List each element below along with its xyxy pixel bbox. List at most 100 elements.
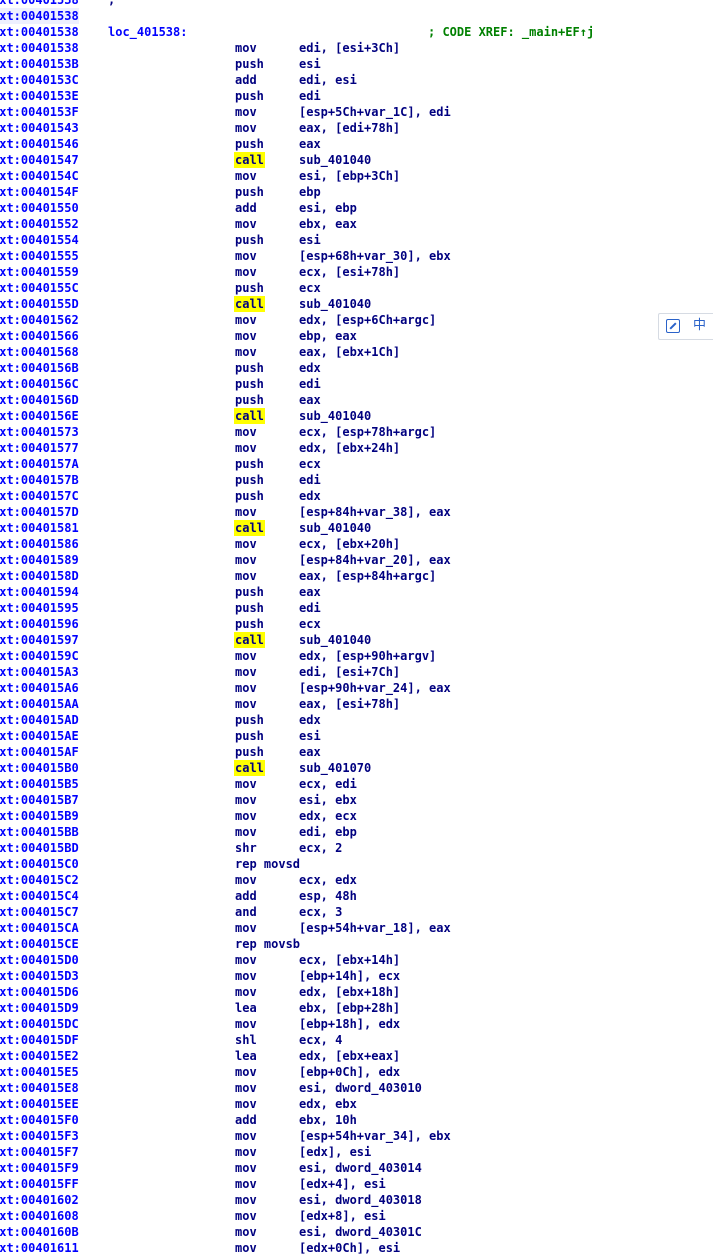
address-text[interactable]: ext:0040155D <box>0 296 79 312</box>
address-text[interactable]: ext:004015C4 <box>0 888 79 904</box>
address-text[interactable]: ext:00401573 <box>0 424 79 440</box>
operands-text[interactable]: [edx+0Ch], esi <box>299 1240 400 1256</box>
operands-text[interactable]: ecx, 2 <box>299 840 342 856</box>
code-line[interactable]: ext:004015D0 mov ecx, [ebx+14h] <box>0 952 713 968</box>
operands-text[interactable]: ecx, edi <box>299 776 357 792</box>
address-text[interactable]: ext:0040154C <box>0 168 79 184</box>
operands-text[interactable]: eax <box>299 584 321 600</box>
address-text[interactable]: ext:004015DC <box>0 1016 79 1032</box>
operands-text[interactable]: esi, [ebp+3Ch] <box>299 168 400 184</box>
address-text[interactable]: ext:004015D0 <box>0 952 79 968</box>
operands-text[interactable]: ecx <box>299 616 321 632</box>
address-text[interactable]: ext:00401596 <box>0 616 79 632</box>
code-line[interactable]: ext:0040153E push edi <box>0 88 713 104</box>
address-text[interactable]: ext:004015AE <box>0 728 79 744</box>
code-line[interactable]: ext:004015AA mov eax, [esi+78h] <box>0 696 713 712</box>
operands-text[interactable]: sub_401040 <box>299 152 371 168</box>
operands-text[interactable]: [esp+54h+var_18], eax <box>299 920 451 936</box>
code-line[interactable]: ext:004015DC mov [ebp+18h], edx <box>0 1016 713 1032</box>
operands-text[interactable]: sub_401040 <box>299 632 371 648</box>
operands-text[interactable]: ecx, [esp+78h+argc] <box>299 424 436 440</box>
address-text[interactable]: ext:004015D3 <box>0 968 79 984</box>
code-line[interactable]: ext:0040153C add edi, esi <box>0 72 713 88</box>
address-text[interactable]: ext:004015AF <box>0 744 79 760</box>
code-line[interactable]: ext:0040157A push ecx <box>0 456 713 472</box>
address-text[interactable]: ext:00401595 <box>0 600 79 616</box>
address-text[interactable]: ext:0040157D <box>0 504 79 520</box>
address-text[interactable]: ext:004015E5 <box>0 1064 79 1080</box>
operands-text[interactable]: ecx, [ebx+20h] <box>299 536 400 552</box>
operands-text[interactable]: ebp, eax <box>299 328 357 344</box>
operands-text[interactable]: esi <box>299 728 321 744</box>
address-text[interactable]: ext:0040158D <box>0 568 79 584</box>
code-line[interactable]: ext:00401555 mov [esp+68h+var_30], ebx <box>0 248 713 264</box>
operands-text[interactable]: esi, dword_40301C <box>299 1224 422 1240</box>
code-line[interactable]: ext:0040157C push edx <box>0 488 713 504</box>
operands-text[interactable]: sub_401040 <box>299 408 371 424</box>
address-text[interactable]: ext:004015DF <box>0 1032 79 1048</box>
code-line[interactable]: ext:00401577 mov edx, [ebx+24h] <box>0 440 713 456</box>
operands-text[interactable]: ebx, eax <box>299 216 357 232</box>
code-line[interactable]: ext:00401602 mov esi, dword_403018 <box>0 1192 713 1208</box>
address-text[interactable]: ext:004015BB <box>0 824 79 840</box>
code-line[interactable]: ext:00401538 <box>0 8 713 24</box>
code-line[interactable]: ext:00401559 mov ecx, [esi+78h] <box>0 264 713 280</box>
address-text[interactable]: ext:004015C7 <box>0 904 79 920</box>
code-line[interactable]: ext:0040154F push ebp <box>0 184 713 200</box>
operands-text[interactable]: ecx, [esi+78h] <box>299 264 400 280</box>
code-line[interactable]: ext:0040155D call sub_401040 <box>0 296 713 312</box>
operands-text[interactable]: eax <box>299 392 321 408</box>
operands-text[interactable]: ebx, 10h <box>299 1112 357 1128</box>
address-text[interactable]: ext:004015E2 <box>0 1048 79 1064</box>
code-line[interactable]: ext:004015AD push edx <box>0 712 713 728</box>
address-text[interactable]: ext:0040159C <box>0 648 79 664</box>
code-line[interactable]: ext:0040156B push edx <box>0 360 713 376</box>
address-text[interactable]: ext:004015C2 <box>0 872 79 888</box>
pin-icon[interactable] <box>666 319 680 333</box>
address-text[interactable]: ext:00401568 <box>0 344 79 360</box>
operands-text[interactable]: esi <box>299 232 321 248</box>
address-text[interactable]: ext:004015F0 <box>0 1112 79 1128</box>
code-line[interactable]: ext:004015D6 mov edx, [ebx+18h] <box>0 984 713 1000</box>
address-text[interactable]: ext:0040153F <box>0 104 79 120</box>
code-line[interactable]: ext:004015EE mov edx, ebx <box>0 1096 713 1112</box>
operands-text[interactable]: edx, ebx <box>299 1096 357 1112</box>
code-line[interactable]: ext:004015AE push esi <box>0 728 713 744</box>
operands-text[interactable]: [esp+84h+var_20], eax <box>299 552 451 568</box>
address-text[interactable]: ext:00401555 <box>0 248 79 264</box>
code-line[interactable]: ext:004015C0 rep movsd <box>0 856 713 872</box>
operands-text[interactable]: [ebp+14h], ecx <box>299 968 400 984</box>
address-text[interactable]: ext:00401543 <box>0 120 79 136</box>
address-text[interactable]: ext:0040153C <box>0 72 79 88</box>
code-line[interactable]: ext:004015C4 add esp, 48h <box>0 888 713 904</box>
code-line[interactable]: ext:0040158D mov eax, [esp+84h+argc] <box>0 568 713 584</box>
code-line[interactable]: ext:00401554 push esi <box>0 232 713 248</box>
code-line[interactable]: ext:00401566 mov ebp, eax <box>0 328 713 344</box>
code-line[interactable]: ext:0040153B push esi <box>0 56 713 72</box>
address-text[interactable]: ext:00401602 <box>0 1192 79 1208</box>
operands-text[interactable]: edx <box>299 360 321 376</box>
operands-text[interactable]: ecx <box>299 456 321 472</box>
address-text[interactable]: ext:00401538 <box>0 0 79 8</box>
operands-text[interactable]: edx, [ebx+eax] <box>299 1048 400 1064</box>
operands-text[interactable]: esi, dword_403010 <box>299 1080 422 1096</box>
code-line[interactable]: ext:004015E5 mov [ebp+0Ch], edx <box>0 1064 713 1080</box>
code-line[interactable]: ext:00401546 push eax <box>0 136 713 152</box>
code-line[interactable]: ext:004015D9 lea ebx, [ebp+28h] <box>0 1000 713 1016</box>
address-text[interactable]: ext:00401566 <box>0 328 79 344</box>
operands-text[interactable]: edx, [esp+6Ch+argc] <box>299 312 436 328</box>
address-text[interactable]: ext:004015B7 <box>0 792 79 808</box>
operands-text[interactable]: eax, [esi+78h] <box>299 696 400 712</box>
address-text[interactable]: ext:00401552 <box>0 216 79 232</box>
operands-text[interactable]: ecx <box>299 280 321 296</box>
code-line[interactable]: ext:004015E2 lea edx, [ebx+eax] <box>0 1048 713 1064</box>
code-line[interactable]: ext:0040156D push eax <box>0 392 713 408</box>
code-line[interactable]: ext:004015B7 mov esi, ebx <box>0 792 713 808</box>
address-text[interactable]: ext:0040157C <box>0 488 79 504</box>
address-text[interactable]: ext:00401550 <box>0 200 79 216</box>
code-line[interactable]: ext:00401586 mov ecx, [ebx+20h] <box>0 536 713 552</box>
operands-text[interactable]: esi <box>299 56 321 72</box>
code-line[interactable]: ext:004015DF shl ecx, 4 <box>0 1032 713 1048</box>
operands-text[interactable]: eax, [ebx+1Ch] <box>299 344 400 360</box>
address-text[interactable]: ext:004015B0 <box>0 760 79 776</box>
